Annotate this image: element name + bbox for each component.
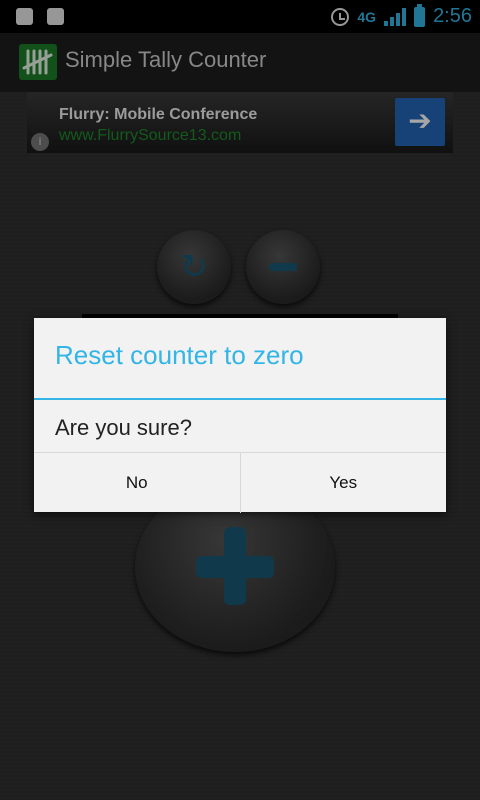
dialog-divider — [34, 398, 446, 400]
no-button[interactable]: No — [34, 453, 240, 513]
dialog-title: Reset counter to zero — [55, 340, 304, 370]
yes-button[interactable]: Yes — [239, 453, 447, 513]
reset-confirm-dialog: Reset counter to zero Are you sure? No Y… — [34, 318, 446, 513]
dialog-button-bar: No Yes — [34, 452, 446, 513]
dialog-message: Are you sure? — [55, 415, 192, 440]
